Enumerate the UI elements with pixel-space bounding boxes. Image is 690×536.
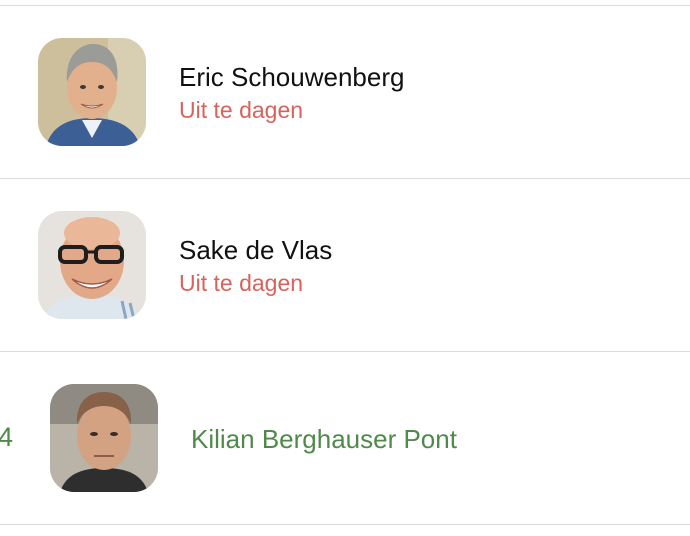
contact-status: Uit te dagen (179, 97, 304, 123)
avatar (38, 211, 146, 319)
contact-row-sake[interactable]: Sake de Vlas Uit te dagen (0, 179, 690, 351)
contact-name: Eric Schouwenberg (179, 62, 405, 92)
contact-row-kilian[interactable]: 4 Kilian Berghauser Pont (0, 352, 690, 524)
contact-row-eric[interactable]: Eric Schouwenberg Uit te dagen (0, 6, 690, 178)
contact-name: Sake de Vlas (179, 235, 333, 265)
person-photo-icon (38, 211, 146, 319)
contact-name: Kilian Berghauser Pont (191, 424, 457, 454)
avatar (38, 38, 146, 146)
person-photo-icon (50, 384, 158, 492)
rank-number: 4 (0, 422, 14, 452)
contact-status: Uit te dagen (179, 270, 304, 296)
avatar (50, 384, 158, 492)
person-photo-icon (38, 38, 146, 146)
divider (0, 524, 690, 525)
